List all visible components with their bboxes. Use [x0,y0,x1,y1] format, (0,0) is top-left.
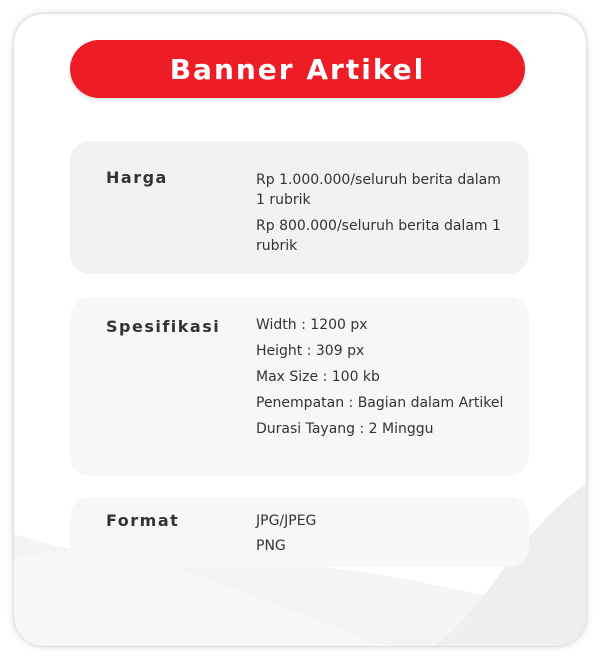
section-spesifikasi: Spesifikasi Width : 1200 px Height : 309… [70,297,529,476]
spec-width: Width : 1200 px [256,317,368,333]
section-label-format: Format [106,511,180,530]
section-label-harga: Harga [106,168,168,187]
page-title: Banner Artikel [169,52,426,86]
price-item: Rp 800.000/seluruh berita dalam 1 rubrik [256,218,501,254]
spec-duration: Durasi Tayang : 2 Minggu [256,421,434,437]
price-item: Rp 1.000.000/seluruh berita dalam 1 rubr… [256,172,501,208]
section-label-spesifikasi: Spesifikasi [106,317,221,336]
format-item: PNG [256,538,286,554]
spec-max-size: Max Size : 100 kb [256,369,380,385]
section-values-format: JPG/JPEG PNG [256,511,506,562]
section-values-spesifikasi: Width : 1200 px Height : 309 px Max Size… [256,315,506,445]
format-item: JPG/JPEG [256,513,317,529]
spec-height: Height : 309 px [256,343,365,359]
banner-artikel-card: Banner Artikel Harga Rp 1.000.000/seluru… [14,14,586,646]
spec-placement: Penempatan : Bagian dalam Artikel [256,395,504,411]
section-values-harga: Rp 1.000.000/seluruh berita dalam 1 rubr… [256,170,506,262]
section-format: Format JPG/JPEG PNG [70,497,529,567]
section-harga: Harga Rp 1.000.000/seluruh berita dalam … [70,141,529,274]
title-banner: Banner Artikel [70,40,525,98]
